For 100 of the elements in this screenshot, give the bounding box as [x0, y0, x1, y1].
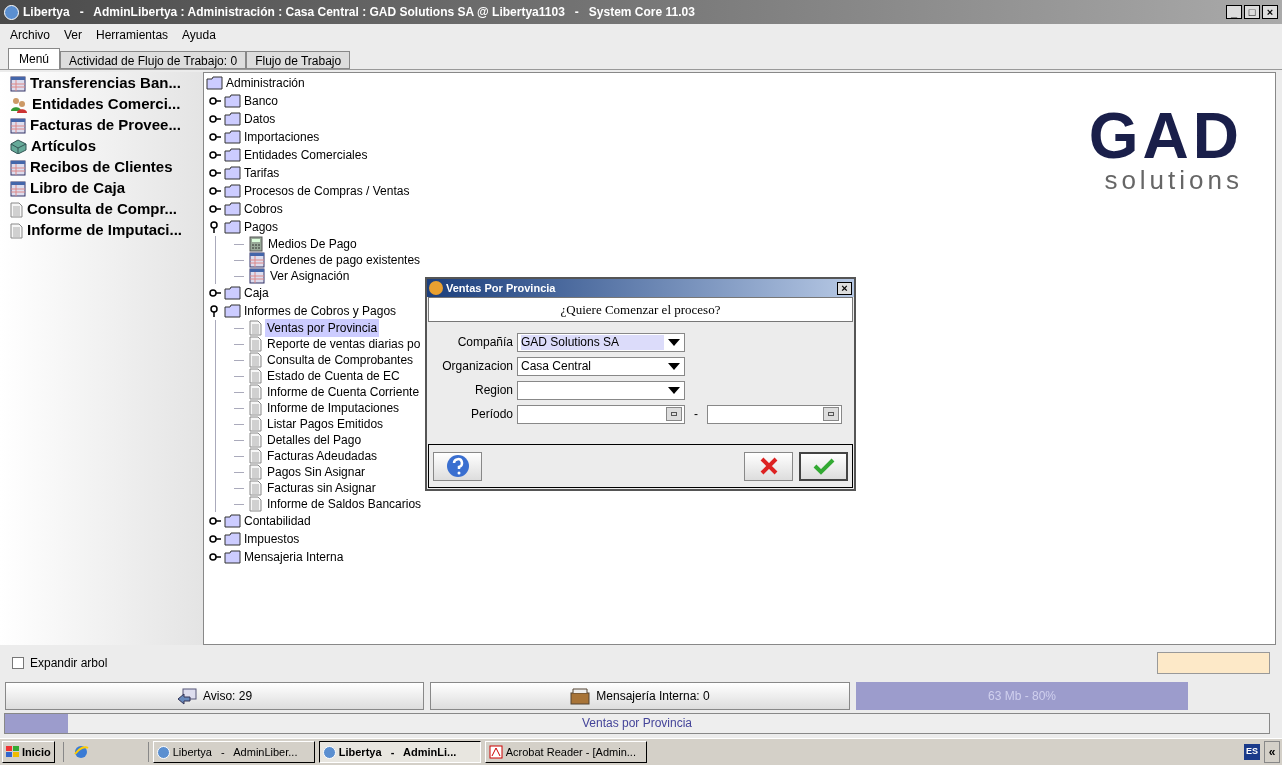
checkbox-label: Expandir arbol [30, 655, 109, 672]
tree-leaf[interactable]: Consulta de Comprobantes [265, 351, 416, 369]
tab[interactable]: Menú [8, 48, 61, 69]
expand-handle[interactable] [209, 533, 221, 545]
favorite-item[interactable]: Entidades Comerci... [10, 94, 203, 115]
tree-leaf[interactable]: Facturas Adeudadas [265, 447, 380, 465]
dropdown-field[interactable] [517, 380, 685, 400]
favorite-item[interactable]: Informe de Imputaci... [10, 220, 203, 241]
collapse-handle[interactable] [209, 221, 221, 233]
app-icon [322, 745, 336, 759]
minimize-button[interactable]: _ [1226, 5, 1242, 19]
tree-leaf[interactable]: Facturas sin Asignar [265, 479, 378, 497]
tree-node[interactable]: Entidades Comerciales [206, 146, 434, 164]
notices-button[interactable]: Aviso: 29 [5, 682, 424, 710]
document-icon [249, 336, 262, 352]
expand-handle[interactable] [209, 203, 221, 215]
document-icon [249, 432, 262, 448]
date-field[interactable] [707, 404, 842, 424]
folder-icon [224, 148, 241, 162]
expand-handle[interactable] [209, 287, 221, 299]
favorite-item[interactable]: Libro de Caja [10, 178, 203, 199]
tab[interactable]: Actividad de Flujo de Trabajo: 0 [60, 51, 247, 69]
menu-item[interactable]: Ayuda [182, 26, 216, 44]
language-indicator[interactable]: ES [1244, 744, 1260, 760]
folder-icon [224, 304, 241, 318]
tree-node[interactable]: Pagos [206, 218, 434, 236]
dropdown-field[interactable]: GAD Solutions SA [517, 332, 685, 352]
tree-node[interactable]: Impuestos [206, 530, 434, 548]
tree-node[interactable]: Banco [206, 92, 434, 110]
expand-handle[interactable] [209, 95, 221, 107]
tree-leaf[interactable]: Ventas por Provincia [265, 319, 380, 337]
expand-handle[interactable] [209, 131, 221, 143]
maximize-button[interactable]: □ [1244, 5, 1260, 19]
expand-tree-checkbox[interactable] [12, 657, 24, 669]
tree-leaf[interactable]: Listar Pagos Emitidos [265, 415, 386, 433]
tree-leaf[interactable]: Pagos Sin Asignar [265, 463, 368, 481]
tree-node[interactable]: Contabilidad [206, 512, 434, 530]
tree-leaf[interactable]: Ver Asignación [268, 267, 352, 285]
expand-handle[interactable] [209, 551, 221, 563]
taskbar-item[interactable]: Acrobat Reader - [Admin... [484, 741, 647, 763]
dropdown-arrow-icon [668, 362, 680, 370]
progress-bar: Ventas por Provincia [4, 712, 1270, 734]
tree-node[interactable]: Administración [206, 74, 434, 92]
dropdown-arrow-icon [668, 386, 680, 394]
messages-button[interactable]: Mensajería Interna: 0 [430, 682, 850, 710]
browser-icon[interactable] [72, 744, 89, 760]
table-icon [10, 75, 26, 92]
expand-handle[interactable] [209, 185, 221, 197]
menu-item[interactable]: Ver [64, 26, 83, 44]
dropdown-field[interactable]: Casa Central [517, 356, 685, 376]
start-button[interactable]: Inicio [2, 741, 55, 763]
close-button[interactable]: × [837, 281, 852, 295]
expand-handle[interactable] [209, 515, 221, 527]
tree-leaf[interactable]: Informe de Imputaciones [265, 399, 402, 417]
cancel-button[interactable] [744, 451, 793, 481]
expand-handle[interactable] [209, 113, 221, 125]
tree-leaf[interactable]: Estado de Cuenta de EC [265, 367, 402, 385]
expand-handle[interactable] [209, 149, 221, 161]
tree-node[interactable]: Cobros [206, 200, 434, 218]
field-label: Region [473, 382, 513, 399]
date-field[interactable] [517, 404, 685, 424]
tree-leaf[interactable]: Reporte de ventas diarias po [265, 335, 423, 353]
tray-toggle-button[interactable]: « [1264, 741, 1280, 763]
expand-handle[interactable] [209, 167, 221, 179]
people-icon [10, 96, 28, 113]
tree-node[interactable]: Datos [206, 110, 434, 128]
document-icon [10, 201, 23, 218]
tree-leaf[interactable]: Informe de Saldos Bancarios [265, 495, 424, 513]
favorite-item[interactable]: Artículos [10, 136, 203, 157]
calendar-button[interactable] [666, 407, 682, 421]
tree-leaf[interactable]: Detalles del Pago [265, 431, 364, 449]
favorite-item[interactable]: Consulta de Compr... [10, 199, 203, 220]
help-button[interactable] [433, 451, 482, 481]
calendar-button[interactable] [823, 407, 839, 421]
menu-item[interactable]: Archivo [10, 26, 50, 44]
ok-button[interactable] [799, 451, 848, 481]
folder-icon [224, 112, 241, 126]
tree-leaf[interactable]: Informe de Cuenta Corriente [265, 383, 422, 401]
tree-node[interactable]: Importaciones [206, 128, 434, 146]
tree-leaf[interactable]: Medios De Pago [266, 235, 359, 253]
favorite-item[interactable]: Facturas de Provee... [10, 115, 203, 136]
favorite-item[interactable]: Transferencias Ban... [10, 73, 203, 94]
close-button[interactable]: × [1262, 5, 1278, 19]
document-icon [249, 448, 262, 464]
tab[interactable]: Flujo de Trabajo [246, 51, 351, 69]
tree-leaf[interactable]: Ordenes de pago existentes [268, 251, 423, 269]
tree-node[interactable]: Procesos de Compras / Ventas [206, 182, 434, 200]
check-icon [812, 457, 835, 475]
table-icon [10, 159, 26, 176]
cancel-icon [759, 457, 778, 475]
taskbar-item[interactable]: Libertya - AdminLi... [318, 741, 481, 763]
collapse-handle[interactable] [209, 305, 221, 317]
folder-icon [224, 532, 241, 546]
tree-node[interactable]: Mensajeria Interna [206, 548, 434, 566]
tree-node[interactable]: Tarifas [206, 164, 434, 182]
window-title: Libertya - AdminLibertya : Administración : Casa Central : GAD Solutions SA @ Libertya1103 - System Core 11.03 [23, 4, 696, 21]
menu-item[interactable]: Herramientas [96, 26, 169, 44]
box-icon [10, 139, 27, 154]
taskbar-item[interactable]: Libertya - AdminLiber... [152, 741, 315, 763]
favorite-item[interactable]: Recibos de Clientes [10, 157, 203, 178]
